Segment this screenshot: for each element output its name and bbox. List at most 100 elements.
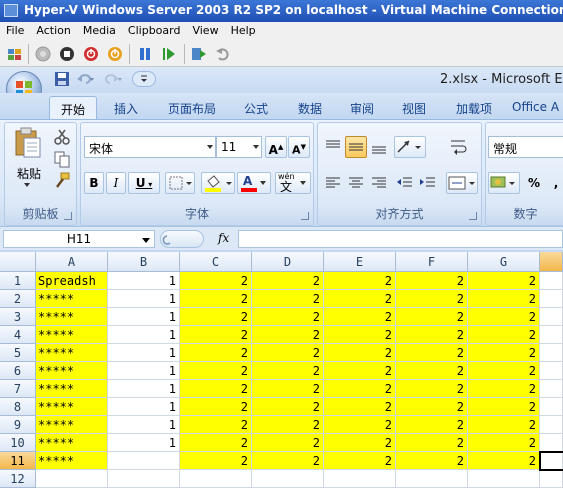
cell-b1[interactable]: 1 [108,272,180,290]
cell-d8[interactable]: 2 [252,398,324,416]
tab-data[interactable]: 数据 [288,96,332,120]
cell-h4[interactable] [540,326,563,344]
cell-a6[interactable]: ***** [36,362,108,380]
cell-d9[interactable]: 2 [252,416,324,434]
cell-c5[interactable]: 2 [180,344,252,362]
cell-f4[interactable]: 2 [396,326,468,344]
bold-button[interactable]: B [84,172,104,194]
cell-d12[interactable] [252,470,324,488]
cell-f8[interactable]: 2 [396,398,468,416]
cell-a8[interactable]: ***** [36,398,108,416]
row-header-7[interactable]: 7 [0,380,36,398]
cell-f5[interactable]: 2 [396,344,468,362]
tab-office-addin[interactable]: Office A [512,96,563,120]
cell-d4[interactable]: 2 [252,326,324,344]
orientation-button[interactable] [394,136,426,158]
align-center-button[interactable] [345,172,367,194]
row-header-6[interactable]: 6 [0,362,36,380]
row-header-12[interactable]: 12 [0,470,36,488]
grow-font-button[interactable]: A▲ [265,136,287,158]
cell-a1[interactable]: Spreadsh [36,272,108,290]
menu-view[interactable]: View [186,22,224,37]
cell-d6[interactable]: 2 [252,362,324,380]
align-right-button[interactable] [368,172,390,194]
cell-a3[interactable]: ***** [36,308,108,326]
italic-button[interactable]: I [106,172,126,194]
increase-indent-button[interactable] [417,172,439,194]
row-header-4[interactable]: 4 [0,326,36,344]
cell-c2[interactable]: 2 [180,290,252,308]
cell-h6[interactable] [540,362,563,380]
undo-icon[interactable] [76,71,96,87]
tab-view[interactable]: 视图 [392,96,436,120]
revert-icon[interactable] [214,45,232,63]
cell-g8[interactable]: 2 [468,398,540,416]
column-header-f[interactable]: F [396,252,468,272]
cell-c7[interactable]: 2 [180,380,252,398]
cell-g5[interactable]: 2 [468,344,540,362]
cell-e4[interactable]: 2 [324,326,396,344]
cell-f7[interactable]: 2 [396,380,468,398]
underline-button[interactable]: U ▾ [128,172,160,194]
cell-h7[interactable] [540,380,563,398]
cell-g7[interactable]: 2 [468,380,540,398]
row-header-1[interactable]: 1 [0,272,36,290]
cell-h5[interactable] [540,344,563,362]
cell-g4[interactable]: 2 [468,326,540,344]
cell-d7[interactable]: 2 [252,380,324,398]
column-header-b[interactable]: B [108,252,180,272]
column-header-g[interactable]: G [468,252,540,272]
cell-a2[interactable]: ***** [36,290,108,308]
cell-e1[interactable]: 2 [324,272,396,290]
cell-h1[interactable] [540,272,563,290]
turn-off-icon[interactable] [58,45,76,63]
menu-file[interactable]: File [0,22,30,37]
cell-g2[interactable]: 2 [468,290,540,308]
cell-c4[interactable]: 2 [180,326,252,344]
cell-a5[interactable]: ***** [36,344,108,362]
font-size-select[interactable]: 11 [216,136,262,158]
snapshot-icon[interactable] [190,45,208,63]
row-header-2[interactable]: 2 [0,290,36,308]
cell-a10[interactable]: ***** [36,434,108,452]
cell-g1[interactable]: 2 [468,272,540,290]
save-state-icon[interactable] [106,45,124,63]
cell-c9[interactable]: 2 [180,416,252,434]
cell-b8[interactable]: 1 [108,398,180,416]
cell-g11[interactable]: 2 [468,452,540,470]
comma-style-button[interactable]: , [546,172,563,194]
align-bottom-button[interactable] [368,136,390,158]
cell-a11[interactable]: ***** [36,452,108,470]
tab-home[interactable]: 开始 [49,96,97,120]
name-box[interactable]: H11 [3,230,155,248]
cell-f6[interactable]: 2 [396,362,468,380]
cell-e11[interactable]: 2 [324,452,396,470]
redo-icon[interactable] [104,71,124,87]
row-header-8[interactable]: 8 [0,398,36,416]
cell-g3[interactable]: 2 [468,308,540,326]
align-middle-button[interactable] [345,136,367,158]
cell-b12[interactable] [108,470,180,488]
row-header-5[interactable]: 5 [0,344,36,362]
wrap-text-button[interactable] [446,136,470,158]
cell-f12[interactable] [396,470,468,488]
cell-h3[interactable] [540,308,563,326]
accounting-format-button[interactable] [488,172,520,194]
phonetic-button[interactable]: wén 文 [275,172,311,194]
format-painter-icon[interactable] [53,172,71,190]
cell-d10[interactable]: 2 [252,434,324,452]
row-header-9[interactable]: 9 [0,416,36,434]
cell-b10[interactable]: 1 [108,434,180,452]
cell-c1[interactable]: 2 [180,272,252,290]
cell-b5[interactable]: 1 [108,344,180,362]
tab-insert[interactable]: 插入 [104,96,148,120]
row-header-11[interactable]: 11 [0,452,36,470]
column-header-c[interactable]: C [180,252,252,272]
cell-h12[interactable] [540,470,563,488]
select-all-corner[interactable] [0,252,36,272]
tab-formulas[interactable]: 公式 [234,96,278,120]
cell-b7[interactable]: 1 [108,380,180,398]
cell-h10[interactable] [540,434,563,452]
chevron-down-icon[interactable] [142,238,150,243]
menu-action[interactable]: Action [30,22,76,37]
